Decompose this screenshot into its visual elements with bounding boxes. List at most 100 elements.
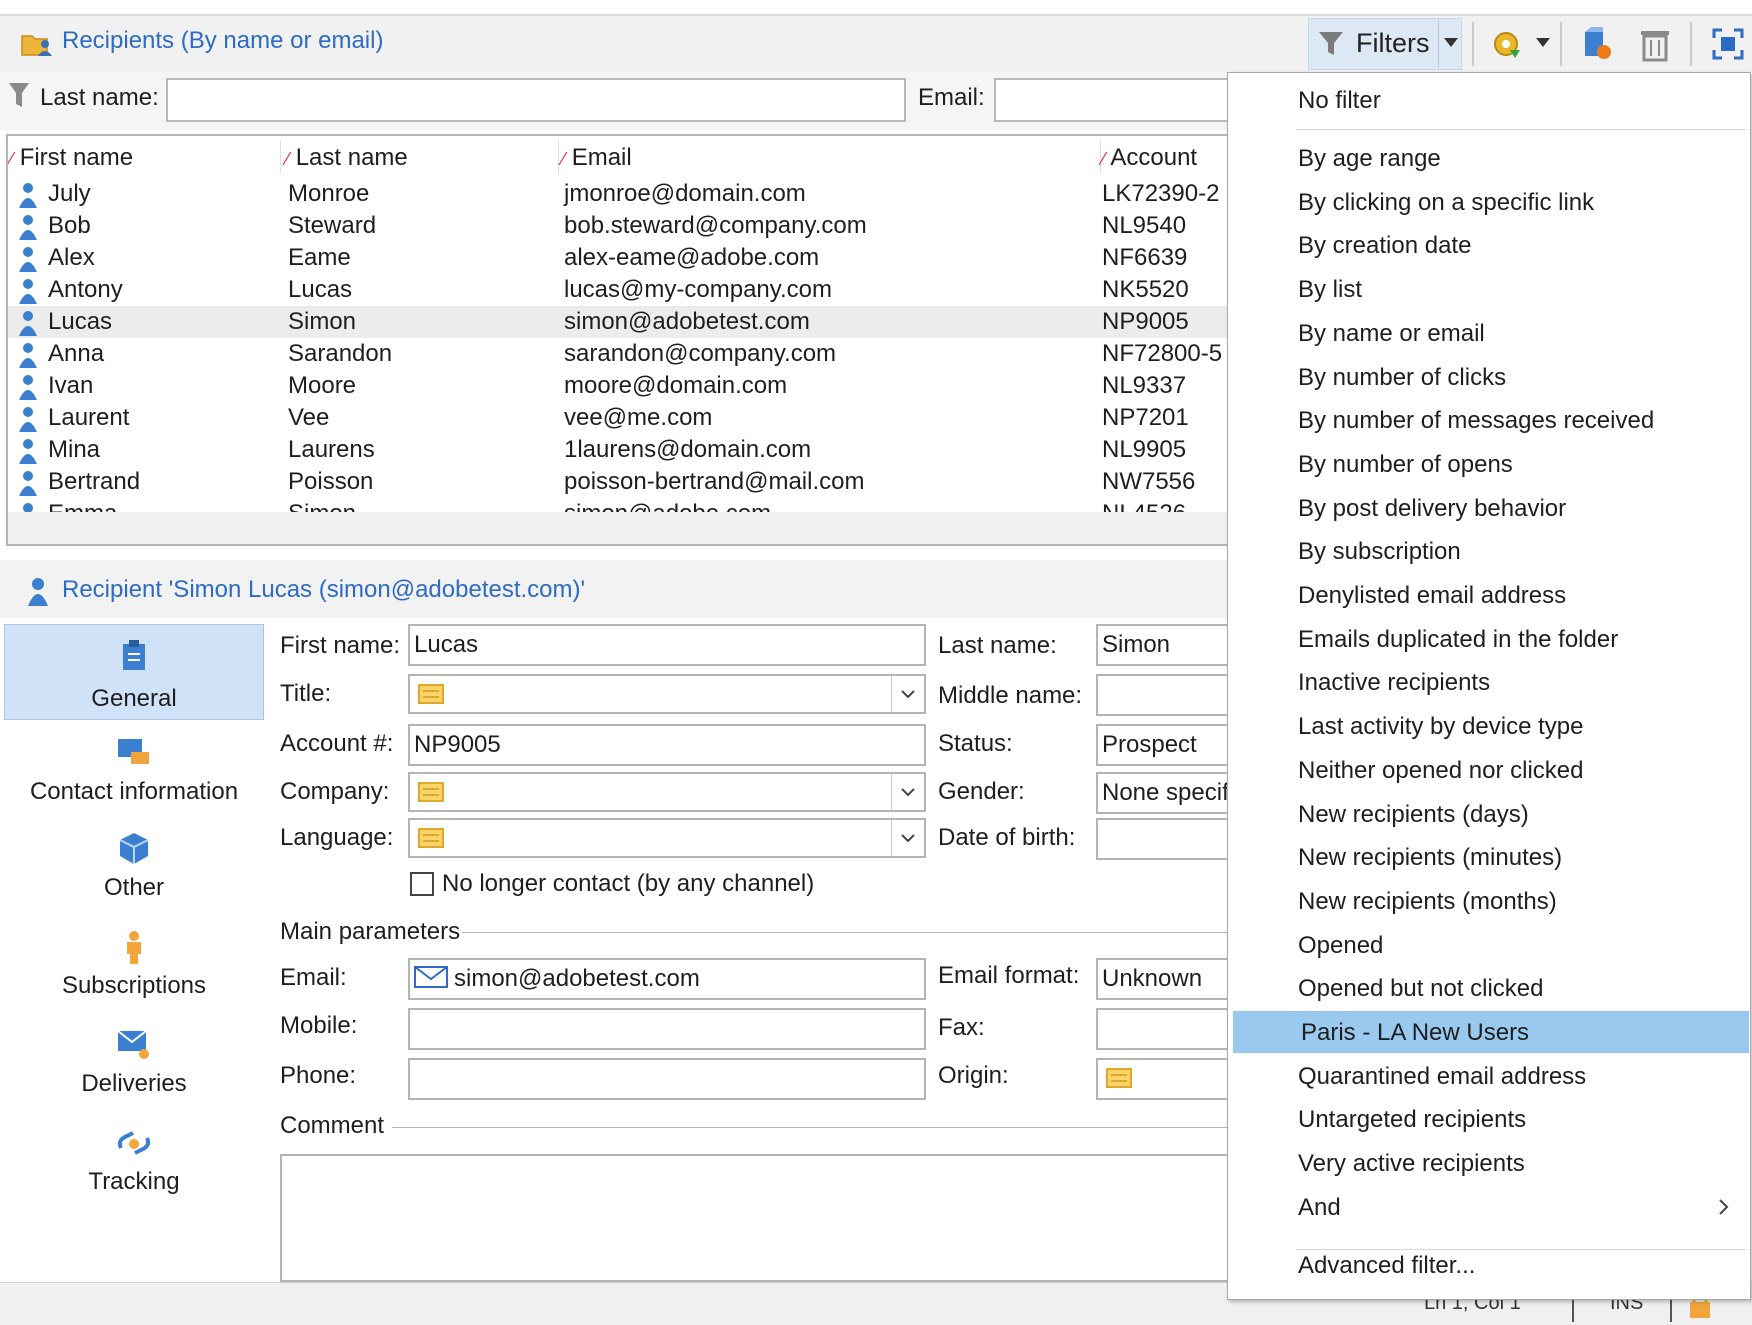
comment-textarea[interactable] bbox=[280, 1154, 1240, 1282]
language-dropdown[interactable] bbox=[891, 820, 924, 856]
menu-item-by-list[interactable]: By list bbox=[1230, 268, 1748, 310]
nav-subscriptions[interactable]: Subscriptions bbox=[4, 922, 264, 1012]
mobile-field[interactable] bbox=[408, 1008, 926, 1050]
nav-deliveries[interactable]: Deliveries bbox=[4, 1020, 264, 1110]
email-cell: bob.steward@company.com bbox=[564, 212, 867, 239]
menu-item-new-recipients-minutes[interactable]: New recipients (minutes) bbox=[1230, 836, 1748, 878]
recipient-person-icon bbox=[19, 375, 37, 400]
delete-trash-icon[interactable] bbox=[1640, 28, 1670, 62]
nav-general[interactable]: General bbox=[4, 624, 264, 720]
recipient-person-icon bbox=[19, 279, 37, 304]
menu-item-neither-opened-nor-clicked[interactable]: Neither opened nor clicked bbox=[1230, 749, 1748, 791]
filters-label: Filters bbox=[1356, 28, 1430, 58]
menu-item-advanced-filter[interactable]: Advanced filter... bbox=[1230, 1244, 1748, 1286]
nav-other[interactable]: Other bbox=[4, 824, 264, 914]
filters-dropdown-icon[interactable] bbox=[1444, 38, 1458, 48]
actions-dropdown-icon[interactable] bbox=[1536, 38, 1550, 48]
menu-item-last-activity-by-device-type[interactable]: Last activity by device type bbox=[1230, 705, 1748, 747]
menu-item-by-post-delivery-behavior[interactable]: By post delivery behavior bbox=[1230, 487, 1748, 529]
last-name-cell: Lucas bbox=[288, 276, 353, 303]
email-field[interactable]: simon@adobetest.com bbox=[408, 958, 926, 1000]
menu-item-paris-la-new-users[interactable]: Paris - LA New Users bbox=[1233, 1011, 1749, 1053]
table-row[interactable]: Antony Lucas lucas@my-company.com NK5520 bbox=[8, 274, 1244, 306]
window-title: Recipients (By name or email) bbox=[62, 27, 384, 54]
menu-item-by-number-of-clicks[interactable]: By number of clicks bbox=[1230, 356, 1748, 398]
menu-item-label: No filter bbox=[1298, 87, 1381, 114]
table-row[interactable]: Anna Sarandon sarandon@company.com NF72800-… bbox=[8, 338, 1244, 370]
group-divider bbox=[462, 932, 1240, 933]
dob-label: Date of birth: bbox=[938, 824, 1076, 851]
account-field[interactable]: NP9005 bbox=[408, 724, 926, 766]
column-header-email[interactable]: ⁄ Email bbox=[562, 144, 632, 172]
email-search-input[interactable] bbox=[994, 78, 1230, 122]
gear-action-icon[interactable] bbox=[1490, 26, 1526, 62]
table-row[interactable]: Laurent Vee vee@me.com NP7201 bbox=[8, 402, 1244, 434]
phone-field[interactable] bbox=[408, 1058, 926, 1100]
table-row[interactable]: Bertrand Poisson poisson-bertrand@mail.com… bbox=[8, 466, 1244, 498]
nav-general-label: General bbox=[91, 685, 177, 712]
menu-item-by-number-of-opens[interactable]: By number of opens bbox=[1230, 443, 1748, 485]
menu-item-quarantined-email-address[interactable]: Quarantined email address bbox=[1230, 1055, 1748, 1097]
filters-menu: No filter By age range By clicking on a sp… bbox=[1227, 72, 1751, 1300]
grid-hscroll-area bbox=[8, 512, 1244, 544]
menu-item-and[interactable]: And bbox=[1230, 1186, 1748, 1228]
menu-item-no-filter[interactable]: No filter bbox=[1230, 79, 1748, 121]
recipient-person-icon bbox=[19, 343, 37, 368]
filter-funnel-icon bbox=[9, 83, 29, 107]
column-divider bbox=[280, 140, 281, 174]
menu-item-label: Neither opened nor clicked bbox=[1298, 756, 1584, 784]
company-select[interactable] bbox=[408, 772, 926, 812]
recipient-title: Recipient 'Simon Lucas (simon@adobetest.… bbox=[62, 576, 586, 603]
menu-item-emails-duplicated-in-the-folder[interactable]: Emails duplicated in the folder bbox=[1230, 618, 1748, 660]
nav-tracking[interactable]: Tracking bbox=[4, 1118, 264, 1208]
menu-item-by-number-of-messages-received[interactable]: By number of messages received bbox=[1230, 399, 1748, 441]
table-row[interactable]: Alex Eame alex-eame@adobe.com NF6639 bbox=[8, 242, 1244, 274]
first-name-label: First name: bbox=[280, 632, 401, 659]
toolbar-separator bbox=[1560, 22, 1562, 66]
recipient-person-icon bbox=[19, 471, 37, 496]
table-row[interactable]: Mina Laurens 1laurens@domain.com NL9905 bbox=[8, 434, 1244, 466]
column-header-last-name[interactable]: ⁄ Last name bbox=[286, 144, 408, 172]
menu-item-label: By list bbox=[1298, 276, 1363, 304]
nav-contact-information[interactable]: Contact information bbox=[4, 726, 264, 816]
company-dropdown[interactable] bbox=[891, 774, 924, 810]
maximize-icon[interactable] bbox=[1712, 28, 1744, 60]
menu-item-opened-but-not-clicked[interactable]: Opened but not clicked bbox=[1230, 967, 1748, 1009]
detail-navigation: General Contact information Other Subscr… bbox=[0, 620, 270, 1280]
first-name-cell: Bob bbox=[48, 212, 91, 239]
language-select[interactable] bbox=[408, 818, 926, 858]
menu-item-new-recipients-months[interactable]: New recipients (months) bbox=[1230, 880, 1748, 922]
menu-item-by-subscription[interactable]: By subscription bbox=[1230, 530, 1748, 572]
column-header-account[interactable]: ⁄ Account bbox=[1102, 144, 1197, 172]
chevron-down-icon bbox=[901, 788, 915, 797]
new-document-icon[interactable] bbox=[1582, 26, 1612, 62]
menu-item-opened[interactable]: Opened bbox=[1230, 924, 1748, 966]
cube-icon bbox=[119, 833, 149, 864]
no-longer-contact-checkbox[interactable] bbox=[410, 872, 434, 896]
table-row[interactable]: Ivan Moore moore@domain.com NL9337 bbox=[8, 370, 1244, 402]
table-row[interactable]: Bob Steward bob.steward@company.com NL9540 bbox=[8, 210, 1244, 242]
first-name-field[interactable]: Lucas bbox=[408, 624, 926, 666]
comment-heading: Comment bbox=[280, 1112, 385, 1139]
menu-item-label: Denylisted email address bbox=[1298, 582, 1567, 609]
menu-item-by-creation-date[interactable]: By creation date bbox=[1230, 224, 1748, 266]
menu-item-new-recipients-days[interactable]: New recipients (days) bbox=[1230, 793, 1748, 835]
menu-item-inactive-recipients[interactable]: Inactive recipients bbox=[1230, 661, 1748, 703]
menu-item-by-age-range[interactable]: By age range bbox=[1230, 137, 1748, 179]
table-row[interactable]: Lucas Simon simon@adobetest.com NP9005 bbox=[8, 306, 1244, 338]
lastname-search-input[interactable] bbox=[166, 78, 906, 122]
account-cell: NP9005 bbox=[1102, 308, 1189, 335]
tracking-link-icon bbox=[117, 1131, 151, 1155]
menu-item-denylisted-email-address[interactable]: Denylisted email address bbox=[1230, 574, 1748, 616]
column-header-first-name[interactable]: ⁄ First name bbox=[10, 144, 133, 172]
menu-item-by-clicking-on-a-specific-link[interactable]: By clicking on a specific link bbox=[1230, 181, 1748, 223]
menu-item-by-name-or-email[interactable]: By name or email bbox=[1230, 312, 1748, 354]
account-label: Account #: bbox=[280, 730, 394, 757]
title-dropdown[interactable] bbox=[891, 676, 924, 712]
chevron-down-icon bbox=[901, 834, 915, 843]
menu-item-very-active-recipients[interactable]: Very active recipients bbox=[1230, 1142, 1748, 1184]
table-row[interactable]: July Monroe jmonroe@domain.com LK72390-2 bbox=[8, 178, 1244, 210]
menu-item-untargeted-recipients[interactable]: Untargeted recipients bbox=[1230, 1098, 1748, 1140]
title-select[interactable] bbox=[408, 674, 926, 714]
nav-subscriptions-label: Subscriptions bbox=[61, 972, 207, 999]
